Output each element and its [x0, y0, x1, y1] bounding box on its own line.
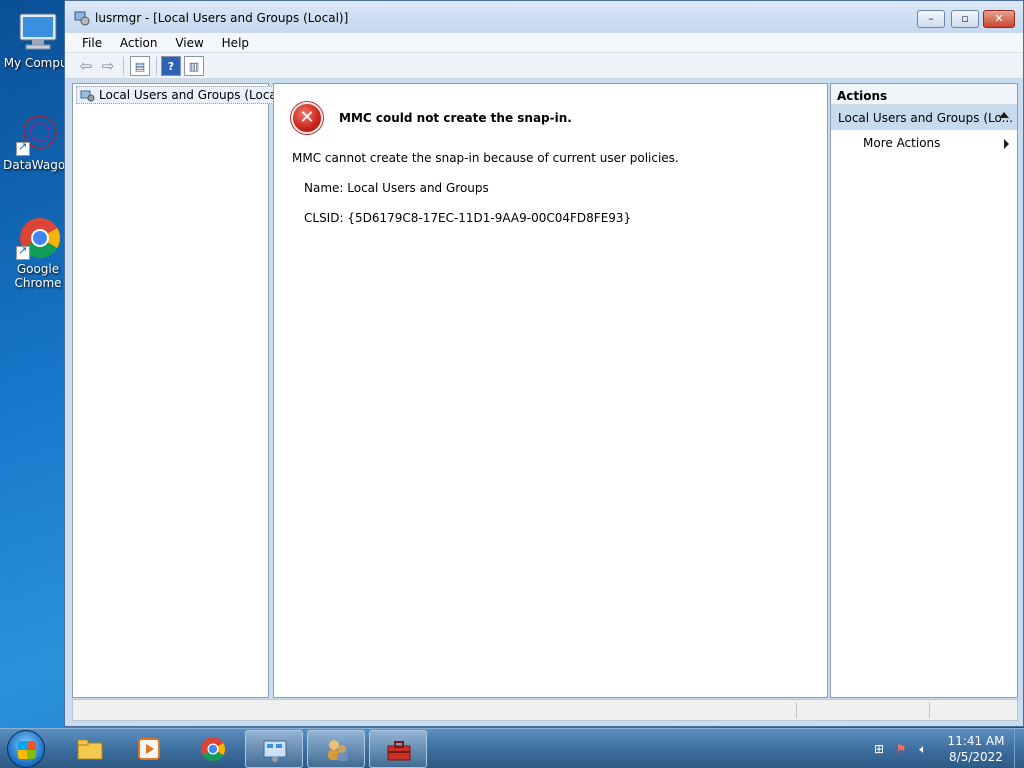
panes: Local Users and Groups (Local) ✕ MMC cou… [72, 83, 1018, 698]
shortcut-arrow-icon [16, 140, 30, 156]
collapse-arrow-icon[interactable] [999, 112, 1009, 118]
mmc-window: lusrmgr - [Local Users and Groups (Local… [64, 0, 1024, 727]
taskbar-explorer[interactable] [61, 730, 119, 768]
chrome-icon [16, 216, 60, 260]
snapin-name: Name: Local Users and Groups [304, 181, 489, 195]
action-center-flag-icon[interactable]: ⚑ [894, 742, 908, 756]
datawagon-icon [16, 112, 60, 156]
back-arrow-icon[interactable]: ⇦ [76, 56, 96, 76]
users-groups-icon [80, 88, 95, 103]
tree-item-label: Local Users and Groups (Local) [99, 88, 285, 102]
menu-action[interactable]: Action [113, 33, 165, 53]
forward-arrow-icon[interactable]: ⇨ [98, 56, 118, 76]
menu-bar: File Action View Help [65, 33, 1023, 53]
error-message: MMC cannot create the snap-in because of… [292, 151, 679, 165]
computer-icon [16, 10, 60, 54]
menu-file[interactable]: File [75, 33, 109, 53]
taskbar-users[interactable] [307, 730, 365, 768]
taskbar-toolbox[interactable] [369, 730, 427, 768]
computer-management-icon [74, 10, 90, 26]
close-button[interactable]: ✕ [983, 10, 1015, 28]
error-title: MMC could not create the snap-in. [339, 111, 572, 125]
status-divider [796, 702, 797, 718]
more-actions-label: More Actions [863, 136, 941, 150]
network-tray-icon[interactable]: ⊞ [872, 742, 886, 756]
clock[interactable]: 11:41 AM 8/5/2022 [935, 733, 1017, 765]
menu-help[interactable]: Help [215, 33, 256, 53]
network-adapter-icon [262, 737, 288, 763]
start-button[interactable] [7, 730, 45, 768]
more-actions-item[interactable]: More Actions [831, 130, 1017, 152]
status-divider [929, 702, 930, 718]
show-hide-action-pane-icon[interactable]: ▥ [184, 56, 204, 76]
console-tree: Local Users and Groups (Local) [72, 83, 290, 698]
system-tray: ⊞ ⚑ 🔈︎ 11:41 AM 8/5/2022 [864, 729, 1024, 768]
show-hide-console-tree-icon[interactable]: ▤ [130, 56, 150, 76]
window-title: lusrmgr - [Local Users and Groups (Local… [95, 11, 349, 25]
tree-item-local-users-and-groups[interactable]: Local Users and Groups (Local) [76, 86, 290, 104]
chrome-icon [200, 736, 226, 762]
snapin-clsid: CLSID: {5D6179C8-17EC-11D1-9AA9-00C04FD8… [304, 211, 632, 225]
actions-header: Actions [831, 84, 1017, 105]
explorer-icon [77, 736, 103, 762]
status-bar [72, 699, 1018, 721]
users-icon [324, 737, 350, 763]
shortcut-arrow-icon [16, 244, 30, 260]
error-icon: ✕ [291, 102, 323, 134]
maximize-button[interactable]: ▫ [951, 10, 979, 28]
volume-icon[interactable]: 🔈︎ [916, 742, 930, 756]
toolbar-separator [156, 57, 157, 75]
taskbar-network-adapter[interactable] [245, 730, 303, 768]
clock-time: 11:41 AM [947, 734, 1005, 748]
clock-date: 8/5/2022 [949, 750, 1003, 764]
submenu-arrow-icon [1004, 139, 1009, 149]
toolbar-separator [123, 57, 124, 75]
taskbar-media-player[interactable] [121, 730, 179, 768]
actions-group-label: Local Users and Groups (Lo... [838, 111, 1014, 125]
menu-view[interactable]: View [168, 33, 210, 53]
help-icon[interactable]: ? [161, 56, 181, 76]
toolbox-icon [386, 737, 412, 763]
media-player-icon [137, 736, 163, 762]
minimize-button[interactable]: – [917, 10, 945, 28]
taskbar: ⊞ ⚑ 🔈︎ 11:41 AM 8/5/2022 [0, 728, 1024, 768]
title-bar[interactable]: lusrmgr - [Local Users and Groups (Local… [65, 1, 1023, 33]
actions-pane: Actions Local Users and Groups (Lo... Mo… [830, 83, 1018, 698]
toolbar: ⇦ ⇨ ▤ ? ▥ [65, 53, 1023, 79]
result-pane: ✕ MMC could not create the snap-in. MMC … [273, 83, 828, 698]
windows-logo-icon [18, 741, 36, 759]
taskbar-chrome[interactable] [184, 730, 242, 768]
show-desktop-button[interactable] [1014, 729, 1024, 768]
actions-group-local-users-and-groups[interactable]: Local Users and Groups (Lo... [831, 105, 1017, 130]
